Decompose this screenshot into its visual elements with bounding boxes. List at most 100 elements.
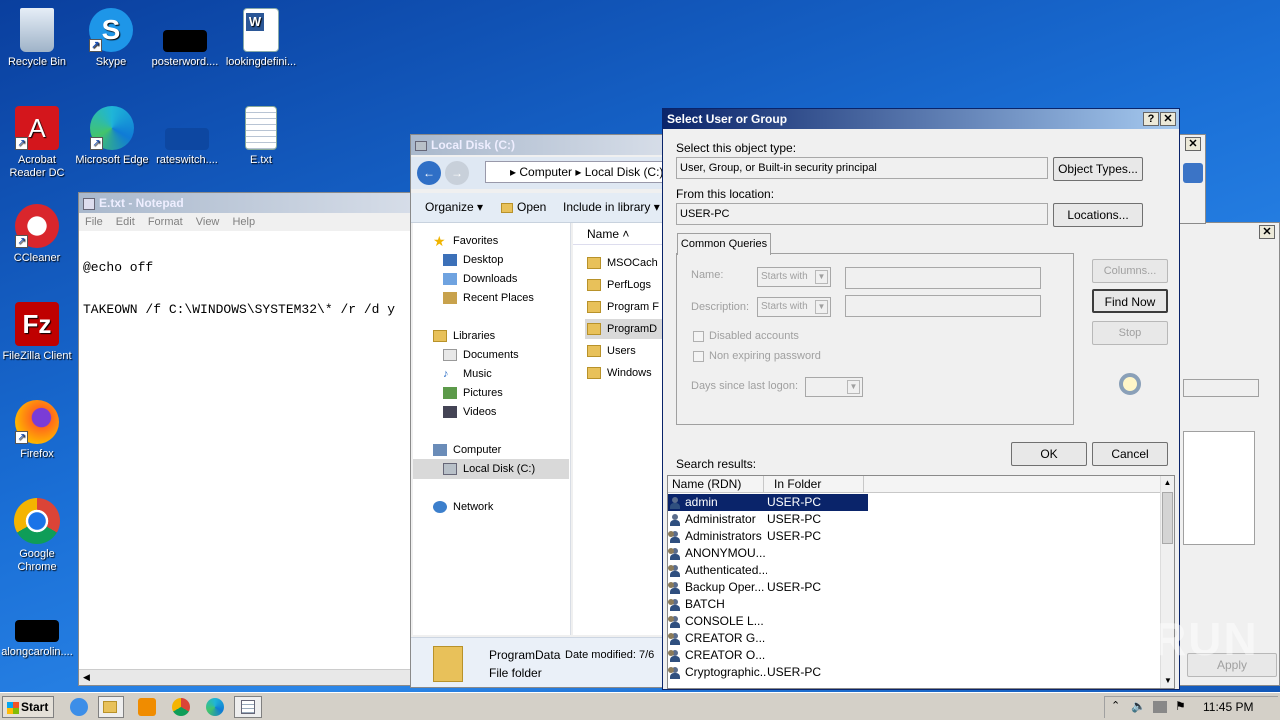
volume-icon[interactable]: 🔈: [1131, 699, 1146, 713]
close-icon[interactable]: ✕: [1160, 112, 1176, 126]
list-item[interactable]: ProgramD: [587, 323, 657, 336]
organize-button[interactable]: Organize ▾: [425, 193, 483, 221]
start-button[interactable]: Start: [2, 696, 54, 718]
result-row[interactable]: CREATOR O...: [668, 647, 868, 664]
breadcrumb-local-disk[interactable]: Local Disk (C:): [585, 165, 664, 179]
taskbar-edge-icon[interactable]: [206, 698, 224, 716]
notepad-text-area[interactable]: @echo off TAKEOWN /f C:\WINDOWS\SYSTEM32…: [83, 233, 395, 345]
column-header-name-rdn[interactable]: Name (RDN): [668, 476, 764, 493]
nav-favorites[interactable]: ★ Favorites: [433, 234, 498, 248]
horizontal-scrollbar[interactable]: ◀: [79, 669, 411, 685]
menu-help[interactable]: Help: [232, 216, 255, 228]
result-row[interactable]: Backup Oper... USER-PC: [668, 579, 868, 596]
network-tray-icon[interactable]: [1153, 701, 1167, 713]
breadcrumb[interactable]: ▸ Computer ▸ Local Disk (C:): [485, 161, 665, 183]
taskbar-chrome-icon[interactable]: [172, 698, 190, 716]
recycle-bin-shortcut[interactable]: Recycle Bin: [0, 8, 74, 69]
result-row[interactable]: ANONYMOU...: [668, 545, 868, 562]
description-starts-with-dropdown[interactable]: Starts with ▼: [757, 297, 831, 317]
close-icon[interactable]: ✕: [1259, 225, 1275, 239]
name-starts-with-dropdown[interactable]: Starts with ▼: [757, 267, 831, 287]
breadcrumb-computer[interactable]: Computer: [519, 165, 572, 179]
posterword-shortcut[interactable]: posterword....: [148, 8, 222, 69]
show-hidden-icons-icon[interactable]: ⌃: [1111, 699, 1120, 712]
menu-format[interactable]: Format: [148, 216, 183, 228]
nav-network[interactable]: Network: [433, 501, 493, 514]
nav-local-disk[interactable]: Local Disk (C:): [443, 463, 535, 476]
e-txt-shortcut[interactable]: E.txt: [224, 106, 298, 167]
tab-common-queries[interactable]: Common Queries: [677, 233, 771, 255]
result-row[interactable]: CONSOLE L...: [668, 613, 868, 630]
nav-pictures[interactable]: Pictures: [443, 387, 503, 400]
scroll-down-icon[interactable]: ▼: [1161, 674, 1174, 688]
object-types-button[interactable]: Object Types...: [1053, 157, 1143, 181]
list-item[interactable]: PerfLogs: [587, 279, 651, 292]
dialog-title-bar[interactable]: Select User or Group: [663, 109, 1179, 129]
description-input[interactable]: [845, 295, 1041, 317]
result-row[interactable]: admin USER-PC: [668, 494, 868, 511]
taskbar-explorer-icon[interactable]: [98, 696, 124, 718]
edge-shortcut[interactable]: ↗ Microsoft Edge: [74, 106, 150, 167]
chrome-shortcut[interactable]: Google Chrome: [0, 498, 74, 574]
nav-music[interactable]: ♪ Music: [443, 368, 492, 380]
result-row[interactable]: CREATOR G...: [668, 630, 868, 647]
explorer-title-bar[interactable]: Local Disk (C:): [411, 135, 663, 155]
notepad-title-bar[interactable]: E.txt - Notepad: [79, 193, 411, 213]
column-header-name[interactable]: Name ˄: [573, 223, 663, 245]
help-icon[interactable]: ?: [1143, 112, 1159, 126]
locations-button[interactable]: Locations...: [1053, 203, 1143, 227]
scroll-up-icon[interactable]: ▲: [1161, 476, 1174, 490]
skype-shortcut[interactable]: S ↗ Skype: [74, 8, 148, 69]
forward-button[interactable]: →: [445, 161, 469, 185]
list-item[interactable]: Windows: [587, 367, 652, 380]
nav-desktop[interactable]: Desktop: [443, 254, 503, 267]
close-icon[interactable]: ✕: [1185, 137, 1201, 151]
details-type: File folder: [489, 666, 542, 680]
stop-button[interactable]: Stop: [1092, 321, 1168, 345]
action-center-flag-icon[interactable]: ⚑: [1175, 699, 1186, 713]
nav-videos[interactable]: Videos: [443, 406, 496, 419]
nav-recent-places[interactable]: Recent Places: [443, 292, 534, 305]
search-icon[interactable]: [1183, 163, 1203, 183]
nav-libraries[interactable]: Libraries: [433, 330, 495, 343]
menu-file[interactable]: File: [85, 216, 103, 228]
ok-button[interactable]: OK: [1011, 442, 1087, 466]
include-in-library-button[interactable]: Include in library ▾: [563, 193, 660, 221]
scroll-thumb[interactable]: [1162, 492, 1173, 544]
lookingdefini-shortcut[interactable]: W lookingdefini...: [224, 8, 298, 69]
column-header-in-folder[interactable]: In Folder: [764, 476, 864, 493]
nav-computer[interactable]: Computer: [433, 444, 501, 457]
days-since-logon-dropdown[interactable]: ▼: [805, 377, 863, 397]
name-input[interactable]: [845, 267, 1041, 289]
result-row[interactable]: Cryptographic...USER-PC: [668, 664, 868, 681]
result-row[interactable]: BATCH: [668, 596, 868, 613]
back-button[interactable]: ←: [417, 161, 441, 185]
nav-downloads[interactable]: Downloads: [443, 273, 517, 286]
clock[interactable]: 11:45 PM: [1203, 700, 1253, 714]
result-row[interactable]: Administrator USER-PC: [668, 511, 868, 528]
find-now-button[interactable]: Find Now: [1092, 289, 1168, 313]
columns-button[interactable]: Columns...: [1092, 259, 1168, 283]
list-item[interactable]: MSOCach: [587, 257, 658, 270]
taskbar-ie-icon[interactable]: [70, 698, 88, 716]
scroll-left-icon[interactable]: ◀: [83, 672, 90, 683]
nav-documents[interactable]: Documents: [443, 349, 519, 362]
firefox-shortcut[interactable]: ↗ Firefox: [0, 400, 74, 461]
cancel-button[interactable]: Cancel: [1092, 442, 1168, 466]
acrobat-shortcut[interactable]: A ↗ Acrobat Reader DC: [0, 106, 74, 180]
alongcarolin-shortcut[interactable]: alongcarolin....: [0, 612, 74, 659]
list-item[interactable]: Users: [587, 345, 636, 358]
menu-view[interactable]: View: [196, 216, 220, 228]
filezilla-shortcut[interactable]: Fz FileZilla Client: [0, 302, 74, 363]
ccleaner-shortcut[interactable]: ↗ CCleaner: [0, 204, 74, 265]
disabled-accounts-checkbox[interactable]: [693, 331, 704, 342]
open-button[interactable]: Open: [501, 193, 546, 221]
taskbar-notepad-icon[interactable]: [234, 696, 262, 718]
list-item[interactable]: Program F: [587, 301, 659, 314]
menu-edit[interactable]: Edit: [116, 216, 135, 228]
result-row[interactable]: Administrators USER-PC: [668, 528, 868, 545]
non-expiring-password-checkbox[interactable]: [693, 351, 704, 362]
rateswitch-shortcut[interactable]: rateswitch....: [150, 106, 224, 167]
taskbar-media-player-icon[interactable]: [138, 698, 156, 716]
result-row[interactable]: Authenticated...: [668, 562, 868, 579]
